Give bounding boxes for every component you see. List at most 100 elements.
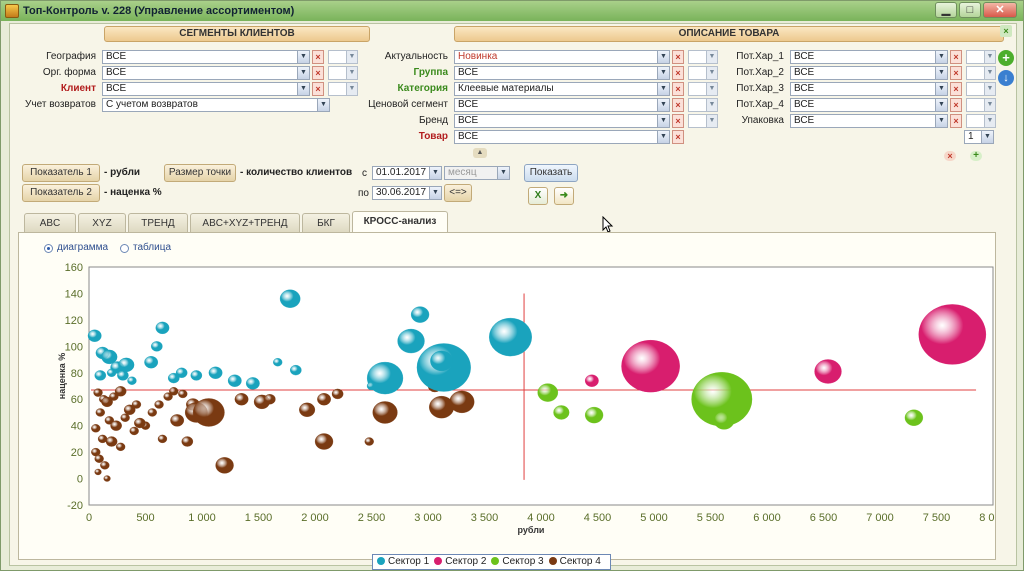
- filter-select[interactable]: С учетом возвратов ▼: [102, 98, 330, 112]
- data-point-sector-3[interactable]: [904, 409, 924, 426]
- clear-filter-icon[interactable]: ×: [950, 50, 962, 64]
- filter-select[interactable]: ВСЕ ▼: [454, 66, 670, 80]
- data-point-sector-4[interactable]: [372, 401, 398, 424]
- chevron-down-icon[interactable]: ▼: [935, 51, 947, 63]
- chevron-down-icon[interactable]: ▼: [706, 67, 717, 79]
- data-point-sector-4[interactable]: [103, 475, 111, 482]
- clear-filter-icon[interactable]: ×: [672, 98, 684, 112]
- tab-6[interactable]: КРОСС-анализ: [352, 211, 448, 233]
- minimize-button[interactable]: ▁: [935, 2, 957, 18]
- data-point-sector-4[interactable]: [263, 393, 276, 405]
- quantity-select[interactable]: 1 ▼: [964, 130, 994, 144]
- data-point-sector-4[interactable]: [114, 386, 127, 397]
- data-point-sector-4[interactable]: [317, 392, 332, 406]
- option-select[interactable]: ▼: [966, 114, 996, 128]
- filter-select[interactable]: ВСЕ ▼: [790, 82, 948, 96]
- chevron-down-icon[interactable]: ▼: [935, 115, 947, 127]
- data-point-sector-1[interactable]: [272, 357, 283, 367]
- data-point-sector-4[interactable]: [147, 408, 158, 417]
- legend-item[interactable]: Сектор 2: [434, 555, 486, 569]
- data-point-sector-3[interactable]: [713, 411, 735, 430]
- option-select[interactable]: ▼: [966, 50, 996, 64]
- data-point-sector-1[interactable]: [87, 329, 102, 343]
- period-select[interactable]: месяц ▼: [444, 166, 510, 180]
- title-bar[interactable]: Топ-Контроль v. 228 (Управление ассортим…: [1, 1, 1023, 21]
- chevron-down-icon[interactable]: ▼: [657, 131, 669, 143]
- chevron-down-icon[interactable]: ▼: [984, 67, 995, 79]
- option-select[interactable]: ▼: [328, 50, 358, 64]
- data-point-sector-3[interactable]: [553, 405, 570, 420]
- chevron-down-icon[interactable]: ▼: [984, 83, 995, 95]
- clear-filter-icon[interactable]: ×: [312, 82, 324, 96]
- tab-1[interactable]: ABC: [24, 213, 76, 233]
- indicator1-button[interactable]: Показатель 1: [22, 164, 100, 182]
- chevron-down-icon[interactable]: ▼: [346, 83, 357, 95]
- tab-2[interactable]: XYZ: [78, 213, 126, 233]
- data-point-sector-4[interactable]: [95, 408, 106, 417]
- point-size-button[interactable]: Размер точки: [164, 164, 236, 182]
- data-point-sector-4[interactable]: [314, 433, 334, 450]
- chevron-down-icon[interactable]: ▼: [984, 99, 995, 111]
- chevron-down-icon[interactable]: ▼: [657, 67, 669, 79]
- data-point-sector-2[interactable]: [918, 304, 987, 365]
- data-point-sector-4[interactable]: [178, 389, 188, 399]
- scatter-chart[interactable]: 160140120100806040200-200 500 1 000 1 500 2 …: [19, 233, 995, 559]
- data-point-sector-1[interactable]: [289, 364, 302, 376]
- chevron-down-icon[interactable]: ▼: [657, 51, 669, 63]
- date-to-field[interactable]: 30.06.2017 ▼: [372, 186, 442, 200]
- maximize-button[interactable]: □: [959, 2, 981, 18]
- chevron-down-icon[interactable]: ▼: [706, 99, 717, 111]
- data-point-sector-4[interactable]: [93, 388, 103, 397]
- filter-select[interactable]: ВСЕ ▼: [790, 66, 948, 80]
- option-select[interactable]: ▼: [966, 82, 996, 96]
- data-point-sector-1[interactable]: [397, 328, 425, 354]
- data-point-sector-2[interactable]: [584, 374, 599, 387]
- chevron-down-icon[interactable]: ▼: [657, 83, 669, 95]
- data-point-sector-1[interactable]: [94, 370, 107, 381]
- filter-select[interactable]: ВСЕ ▼: [454, 130, 670, 144]
- clear-filter-icon[interactable]: ×: [312, 66, 324, 80]
- product-header[interactable]: ОПИСАНИЕ ТОВАРА: [454, 26, 1004, 42]
- show-button[interactable]: Показать: [524, 164, 578, 182]
- clear-filter-icon[interactable]: ×: [950, 82, 962, 96]
- date-from-field[interactable]: 01.01.2017 ▼: [372, 166, 442, 180]
- filter-select[interactable]: ВСЕ ▼: [102, 82, 310, 96]
- data-point-sector-4[interactable]: [154, 400, 164, 409]
- chevron-down-icon[interactable]: ▼: [935, 83, 947, 95]
- data-point-sector-4[interactable]: [331, 388, 344, 400]
- data-point-sector-1[interactable]: [208, 366, 223, 380]
- chevron-down-icon[interactable]: ▼: [657, 99, 669, 111]
- option-select[interactable]: ▼: [688, 114, 718, 128]
- add-filter-icon[interactable]: +: [998, 50, 1014, 66]
- indicator2-button[interactable]: Показатель 2: [22, 184, 100, 202]
- chevron-down-icon[interactable]: ▼: [981, 131, 993, 143]
- clear-filter-icon[interactable]: ×: [950, 114, 962, 128]
- clear-filter-icon[interactable]: ×: [950, 66, 962, 80]
- chevron-down-icon[interactable]: ▼: [317, 99, 329, 111]
- legend-item[interactable]: Сектор 1: [377, 555, 429, 569]
- data-point-sector-1[interactable]: [150, 341, 163, 352]
- option-select[interactable]: ▼: [328, 66, 358, 80]
- data-point-sector-4[interactable]: [215, 457, 234, 474]
- option-select[interactable]: ▼: [688, 98, 718, 112]
- data-point-sector-1[interactable]: [245, 377, 260, 390]
- tab-3[interactable]: ТРЕНД: [128, 213, 188, 233]
- data-point-sector-4[interactable]: [157, 434, 168, 444]
- panel-close-icon[interactable]: ×: [1000, 25, 1012, 37]
- data-point-sector-4[interactable]: [110, 420, 122, 431]
- data-point-sector-1[interactable]: [190, 370, 203, 381]
- filter-select[interactable]: ВСЕ ▼: [102, 50, 310, 64]
- filter-select[interactable]: Новинка ▼: [454, 50, 670, 64]
- chevron-down-icon[interactable]: ▼: [706, 115, 717, 127]
- clear-filter-icon[interactable]: ×: [672, 82, 684, 96]
- add-row-icon[interactable]: +: [970, 151, 982, 161]
- data-point-sector-4[interactable]: [91, 424, 101, 433]
- period-dropdown-icon[interactable]: ▼: [497, 167, 509, 179]
- data-point-sector-4[interactable]: [129, 426, 139, 436]
- data-point-sector-4[interactable]: [181, 436, 194, 447]
- chevron-down-icon[interactable]: ▼: [984, 51, 995, 63]
- data-point-sector-1[interactable]: [410, 306, 430, 323]
- data-point-sector-4[interactable]: [449, 390, 475, 414]
- data-point-sector-3[interactable]: [537, 383, 559, 402]
- data-point-sector-4[interactable]: [234, 392, 249, 406]
